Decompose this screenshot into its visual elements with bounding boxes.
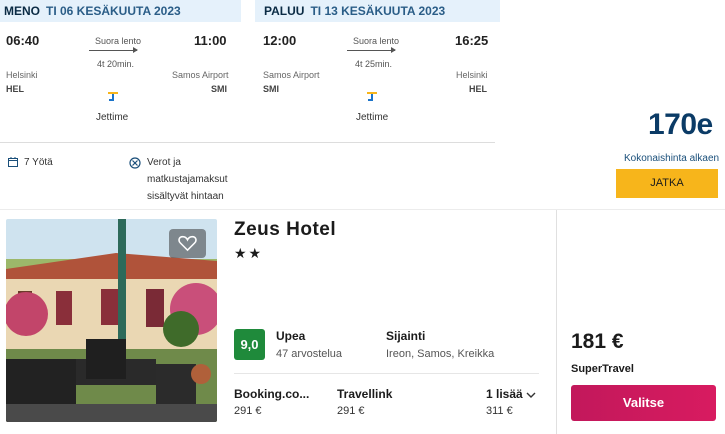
- inbound-arrive-time: 16:25: [455, 33, 489, 48]
- outbound-direction: MENO: [4, 4, 40, 18]
- provider-name[interactable]: Booking.co...: [234, 387, 309, 401]
- best-deal-provider: SuperTravel: [571, 363, 634, 375]
- inbound-flight-type: Suora lento: [353, 36, 400, 46]
- outbound-duration: 4t 20min.: [97, 59, 135, 69]
- provider-price[interactable]: 291 €: [234, 405, 262, 417]
- best-deal-price: 181 €: [571, 330, 624, 353]
- provider-name[interactable]: Travellink: [337, 387, 392, 401]
- more-deals-label[interactable]: 1 lisää: [486, 387, 523, 401]
- rating-word: Upea: [276, 329, 306, 343]
- no-fees-icon: [129, 157, 141, 169]
- jettime-logo-icon: [108, 92, 118, 101]
- hotel-name[interactable]: Zeus Hotel: [234, 219, 336, 241]
- outbound-flight-type: Suora lento: [95, 36, 142, 46]
- inbound-arrow: [347, 47, 396, 53]
- hotel-card-top-border: [0, 209, 725, 210]
- flights-divider: [0, 142, 495, 143]
- taxes-line-2: matkustajamaksut: [147, 174, 228, 185]
- heart-icon: [178, 235, 197, 252]
- inbound-date: TI 13 KESÄKUUTA 2023: [310, 4, 446, 18]
- more-deals-price[interactable]: 311 €: [486, 405, 513, 417]
- location-label: Sijainti: [386, 329, 426, 343]
- nights-count: 7 Yötä: [24, 157, 53, 168]
- taxes-line-3: sisältyvät hintaan: [147, 191, 224, 202]
- outbound-from-city: Helsinki: [6, 70, 38, 80]
- outbound-date: TI 06 KESÄKUUTA 2023: [46, 4, 181, 18]
- review-count[interactable]: 47 arvostelua: [276, 348, 342, 360]
- outbound-to-city: Samos Airport: [172, 70, 229, 80]
- inbound-from-code: SMI: [263, 84, 280, 94]
- outbound-arrive-time: 11:00: [194, 33, 227, 48]
- inbound-from-city: Samos Airport: [263, 70, 320, 80]
- inbound-direction: PALUU: [264, 4, 305, 18]
- hotel-stars: ★★: [234, 245, 264, 261]
- location-value: Ireon, Samos, Kreikka: [386, 348, 495, 360]
- jettime-logo-icon: [367, 92, 377, 101]
- total-price-label: Kokonaishinta alkaen: [624, 153, 720, 164]
- chevron-down-icon[interactable]: [526, 392, 536, 398]
- favorite-button[interactable]: [169, 229, 206, 258]
- inbound-depart-time: 12:00: [263, 33, 297, 48]
- outbound-from-code: HEL: [6, 84, 24, 94]
- inbound-header: PALUU TI 13 KESÄKUUTA 2023: [255, 0, 500, 22]
- review-score-badge: 9,0: [234, 329, 265, 360]
- inbound-to-code: HEL: [469, 84, 487, 94]
- outbound-header: MENO TI 06 KESÄKUUTA 2023: [0, 0, 241, 22]
- outbound-airline: Jettime: [96, 112, 129, 123]
- outbound-arrow: [89, 47, 138, 53]
- continue-button[interactable]: JATKA: [616, 169, 718, 198]
- total-price: 170e: [648, 108, 713, 141]
- inbound-to-city: Helsinki: [456, 70, 488, 80]
- inbound-duration: 4t 25min.: [355, 59, 393, 69]
- calendar-icon: [8, 157, 18, 167]
- deal-column-divider: [556, 210, 557, 434]
- select-deal-button[interactable]: Valitse: [571, 385, 716, 421]
- outbound-depart-time: 06:40: [6, 33, 40, 48]
- outbound-to-code: SMI: [211, 84, 228, 94]
- provider-price[interactable]: 291 €: [337, 405, 365, 417]
- providers-divider: [234, 373, 539, 374]
- taxes-line-1: Verot ja: [147, 157, 181, 168]
- inbound-airline: Jettime: [356, 112, 389, 123]
